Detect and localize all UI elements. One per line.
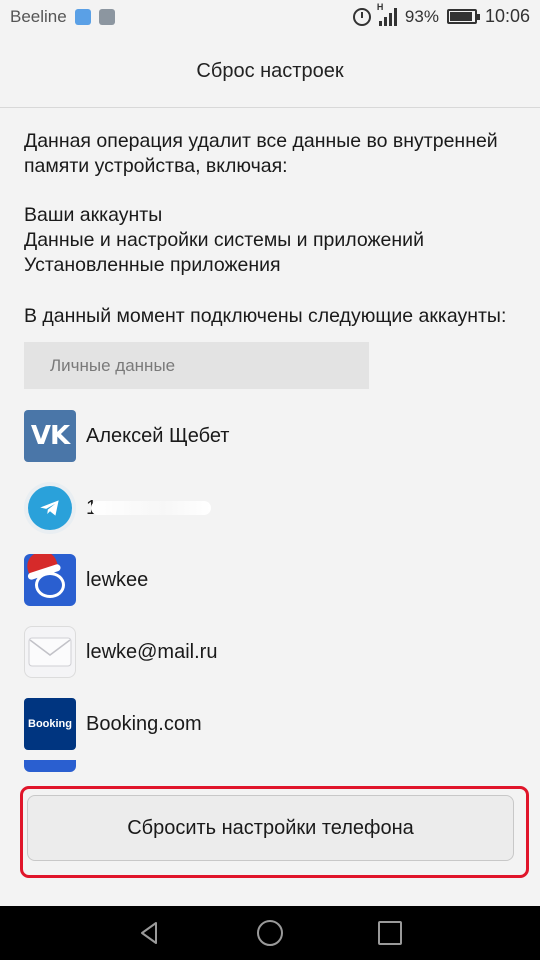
telegram-icon: [24, 482, 76, 534]
bottom-action-area: Сбросить настройки телефона: [0, 786, 540, 906]
screenshot-notification-icon: [98, 9, 115, 25]
battery-icon: [446, 9, 480, 24]
alarm-icon: [352, 7, 371, 26]
account-item-telegram: 1: [24, 472, 516, 544]
back-icon[interactable]: [135, 918, 165, 948]
reset-phone-button[interactable]: Сбросить настройки телефона: [27, 795, 514, 861]
accounts-intro-text: В данный момент подключены следующие акк…: [24, 305, 507, 327]
account-item-lewkee: lewkee: [24, 544, 516, 616]
page-title: Сброс настроек: [196, 60, 344, 82]
redacted-text: [91, 501, 212, 515]
carrier-name: Beeline: [10, 7, 67, 26]
warning-text: Данная операция удалит все данные во вну…: [24, 130, 498, 177]
account-name: Алексей Щебет: [86, 424, 230, 447]
erase-item-system-data: Данные и настройки системы и приложений: [24, 229, 424, 251]
signal-icon: H: [377, 2, 397, 26]
home-icon[interactable]: [255, 918, 285, 948]
account-name: Booking.com: [86, 712, 202, 735]
title-bar: Сброс настроек: [0, 36, 540, 108]
content-area[interactable]: Данная операция удалит все данные во вну…: [0, 108, 540, 786]
status-bar: Beeline H 93% 10:06: [0, 0, 540, 36]
battery-percent: 93%: [404, 6, 439, 26]
clock: 10:06: [484, 6, 530, 26]
erase-item-installed-apps: Установленные приложения: [24, 254, 281, 276]
recents-icon[interactable]: [375, 918, 405, 948]
section-header-personal-data: Личные данные: [24, 342, 369, 389]
account-name: lewke@mail.ru: [86, 640, 218, 663]
lewkee-app-icon: [24, 554, 76, 606]
erase-items-list: Ваши аккаунты Данные и настройки системы…: [24, 203, 516, 278]
accounts-list: VK Алексей Щебет 1 lewkee lewke@mail.ru: [24, 400, 516, 784]
email-icon: [24, 626, 76, 678]
booking-icon: Booking: [24, 698, 76, 750]
account-item-email: lewke@mail.ru: [24, 616, 516, 688]
notification-app-icon: [74, 9, 91, 25]
erase-item-accounts: Ваши аккаунты: [24, 204, 163, 226]
partial-app-icon: [24, 760, 76, 772]
navigation-bar: [0, 906, 540, 960]
account-name: lewkee: [86, 568, 149, 591]
section-label: Личные данные: [50, 355, 176, 375]
account-item-booking: Booking Booking.com: [24, 688, 516, 760]
partial-account-item: [24, 760, 516, 784]
account-item-vk: VK Алексей Щебет: [24, 400, 516, 472]
vk-icon: VK: [24, 410, 76, 462]
